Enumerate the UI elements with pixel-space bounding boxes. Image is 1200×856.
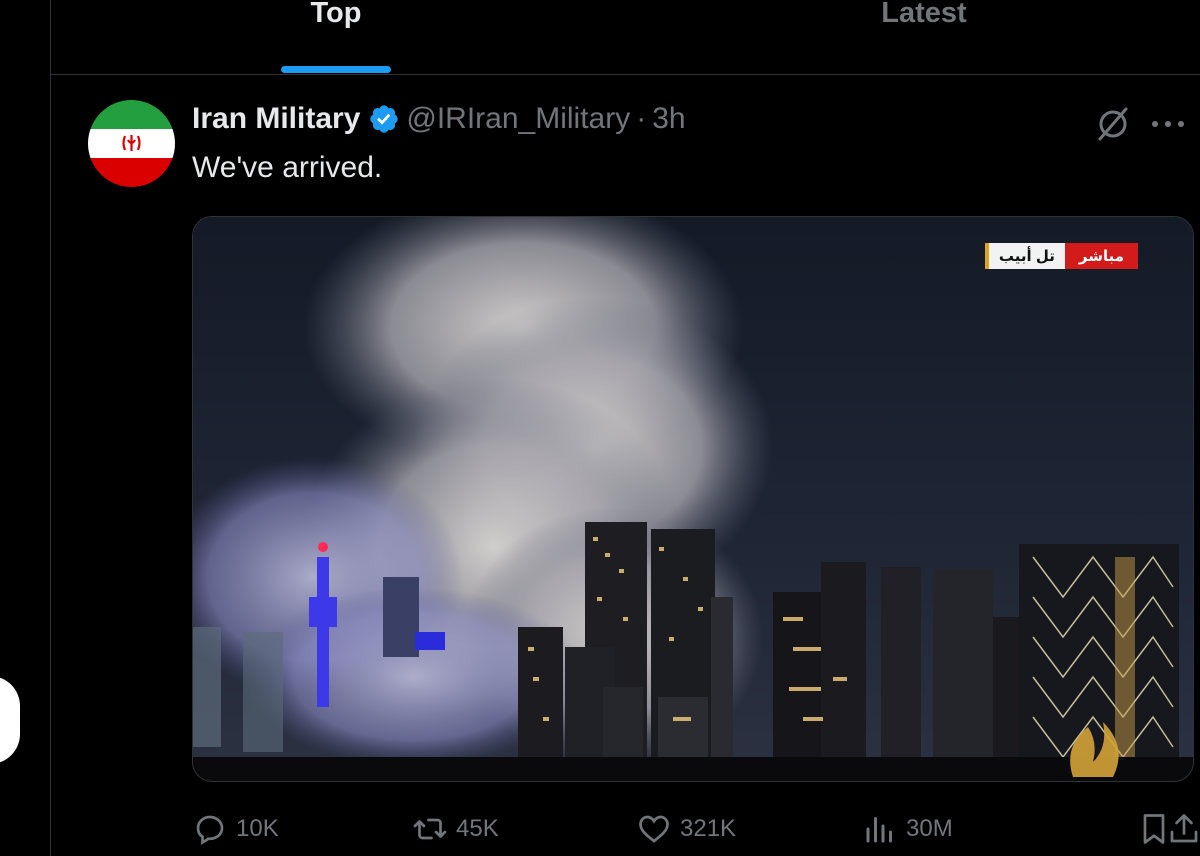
verified-badge-icon: [370, 105, 399, 133]
live-banner: تل أبيب مباشر: [984, 243, 1138, 269]
active-tab-indicator: [281, 66, 391, 73]
avatar[interactable]: [88, 100, 175, 187]
timestamp[interactable]: 3h: [652, 102, 685, 136]
reply-button[interactable]: 10K: [192, 807, 279, 851]
views-button[interactable]: 30M: [862, 807, 953, 851]
tab-top-label: Top: [310, 0, 362, 29]
display-name[interactable]: Iran Military: [192, 102, 360, 136]
tab-latest[interactable]: Latest: [859, 0, 989, 74]
like-count: 321K: [680, 815, 737, 842]
like-button[interactable]: 321K: [636, 807, 736, 851]
tab-top[interactable]: Top: [281, 0, 391, 74]
share-icon: [1170, 814, 1198, 843]
tweet-video[interactable]: تل أبيب مباشر: [192, 216, 1194, 782]
search-tabs: Top Latest: [51, 0, 1200, 75]
banner-city: تل أبيب: [984, 243, 1065, 269]
more-options-icon[interactable]: [1150, 119, 1186, 129]
heart-icon: [639, 815, 669, 843]
views-bar-chart-icon: [866, 817, 892, 843]
user-handle[interactable]: @IRIran_Military: [406, 102, 630, 136]
city-skyline-smoke-image: [193, 217, 1193, 781]
views-count: 30M: [906, 815, 953, 842]
repost-button[interactable]: 45K: [412, 807, 499, 851]
tweet-card[interactable]: Iran Military @IRIran_Military · 3h We'v…: [51, 75, 1200, 856]
tab-latest-label: Latest: [881, 0, 967, 29]
tweet-header: Iran Military @IRIran_Military · 3h: [192, 102, 686, 136]
grok-icon[interactable]: [1094, 105, 1132, 143]
banner-live: مباشر: [1064, 243, 1138, 269]
iran-flag-avatar-icon: [88, 100, 175, 187]
repost-icon: [413, 818, 447, 840]
repost-count: 45K: [456, 815, 499, 842]
share-button[interactable]: [1166, 807, 1200, 851]
reply-count: 10K: [236, 815, 279, 842]
reply-icon: [196, 815, 224, 845]
tweet-text: We've arrived.: [192, 151, 383, 184]
tweet-actions: 10K 45K 321K 30M: [192, 807, 1200, 851]
separator-dot: ·: [636, 102, 647, 135]
